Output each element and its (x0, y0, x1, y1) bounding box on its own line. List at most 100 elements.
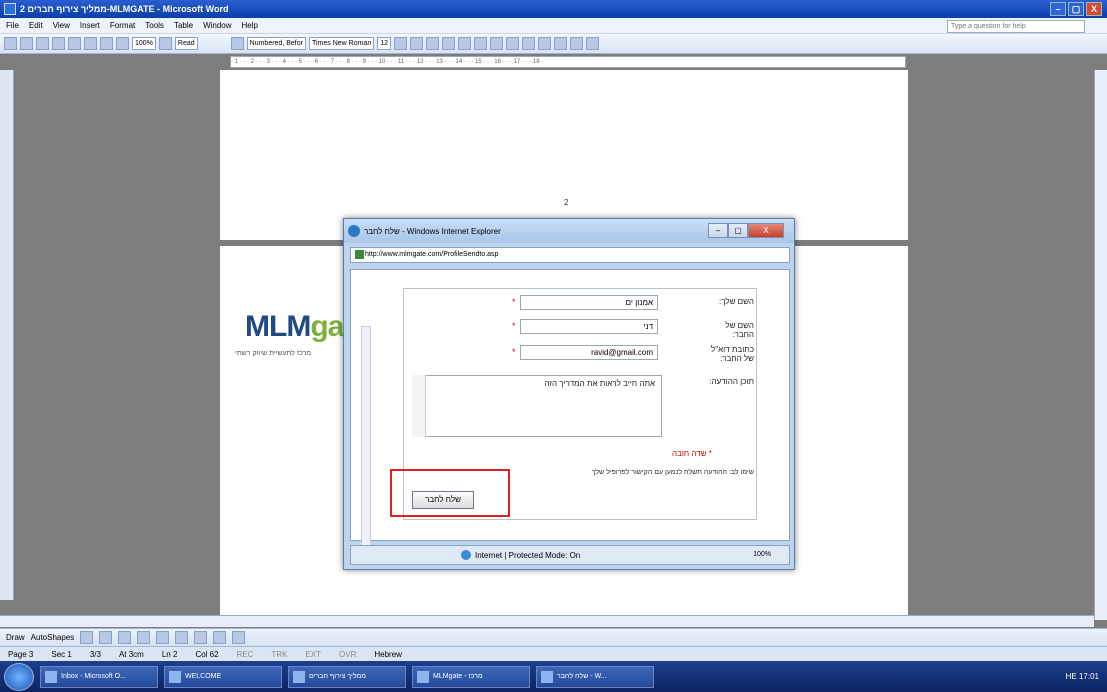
status-col: Col 62 (195, 649, 219, 659)
ie-icon (348, 225, 360, 237)
menu-format[interactable]: Format (110, 21, 135, 30)
autoshapes-menu[interactable]: AutoShapes (31, 633, 75, 642)
read-button[interactable]: Read (174, 37, 198, 50)
menu-view[interactable]: View (53, 21, 70, 30)
sender-name-label: השם שלך: (719, 297, 754, 306)
friend-name-label: השם של החבר: (725, 321, 754, 339)
friend-name-input[interactable]: דני (520, 319, 658, 334)
popup-scrollbar[interactable] (361, 326, 371, 566)
style-select[interactable]: Numbered, Befor (246, 37, 306, 50)
friend-email-input[interactable]: ravid@gmail.com (520, 345, 658, 360)
menu-help[interactable]: Help (242, 21, 258, 30)
required-note: * שדה חובה (672, 449, 712, 458)
status-ext: EXT (305, 649, 322, 659)
new-icon[interactable] (4, 37, 17, 50)
menu-table[interactable]: Table (174, 21, 193, 30)
maximize-button[interactable]: ▢ (1068, 2, 1084, 16)
paste-icon[interactable] (100, 37, 113, 50)
copy-icon[interactable] (84, 37, 97, 50)
highlight-icon[interactable] (570, 37, 584, 50)
zoom-select[interactable]: 100% (132, 37, 156, 50)
undo-icon[interactable] (116, 37, 129, 50)
document-page[interactable] (220, 70, 908, 240)
help-search-input[interactable]: Type a question for help (947, 20, 1085, 33)
status-section: Sec 1 (51, 649, 72, 659)
sender-name-input[interactable]: אמנון ים (520, 295, 658, 310)
font-size-select[interactable]: 12 (377, 37, 392, 50)
status-page: Page 3 (8, 649, 34, 659)
vertical-scrollbar[interactable] (1094, 70, 1107, 620)
popup-minimize-button[interactable]: – (708, 223, 728, 238)
align-center-icon[interactable] (458, 37, 472, 50)
border-icon[interactable] (554, 37, 568, 50)
horizontal-ruler[interactable]: · 1 · · · 2 · · · 3 · · · 4 · · · 5 · · … (230, 56, 906, 68)
oval-icon[interactable] (137, 631, 151, 644)
arrow-icon[interactable] (99, 631, 113, 644)
word-icon (4, 3, 16, 15)
task-outlook[interactable]: Inbox - Microsoft O... (40, 665, 158, 688)
start-button[interactable] (4, 662, 34, 691)
task-mlmgate[interactable]: MLMgate - מרכז (412, 665, 530, 688)
open-icon[interactable] (20, 37, 33, 50)
task-welcome[interactable]: WELCOME (164, 665, 282, 688)
menu-insert[interactable]: Insert (80, 21, 100, 30)
print-icon[interactable] (52, 37, 65, 50)
required-star: * (512, 321, 516, 331)
popup-title: שלח לחבר - Windows Internet Explorer (364, 226, 501, 236)
align-right-icon[interactable] (442, 37, 456, 50)
line-icon[interactable] (80, 631, 94, 644)
menu-window[interactable]: Window (203, 21, 231, 30)
popup-title-bar: שלח לחבר - Windows Internet Explorer – ▢… (344, 219, 794, 243)
horizontal-scrollbar[interactable] (0, 615, 1094, 627)
line-color-icon[interactable] (213, 631, 227, 644)
popup-zoom[interactable]: 100% (753, 551, 771, 558)
popup-maximize-button[interactable]: ▢ (728, 223, 748, 238)
font-select[interactable]: Times New Roman (308, 37, 375, 50)
preview-icon[interactable] (68, 37, 81, 50)
align-left-icon[interactable] (474, 37, 488, 50)
menu-file[interactable]: File (6, 21, 19, 30)
styles-icon[interactable] (230, 37, 244, 50)
help-icon[interactable] (158, 37, 172, 50)
formatting-toolbar: 100% Read Numbered, Befor Times New Roma… (0, 34, 1107, 54)
message-label: תוכן ההודעה: (709, 377, 754, 386)
menu-bar: File Edit View Insert Format Tools Table… (0, 18, 1107, 34)
status-pages: 3/3 (89, 649, 101, 659)
system-clock: HE 17:01 (1065, 672, 1099, 681)
bullets-icon[interactable] (522, 37, 536, 50)
font-color-draw-icon[interactable] (232, 631, 246, 644)
draw-menu[interactable]: Draw (6, 633, 25, 642)
menu-edit[interactable]: Edit (29, 21, 43, 30)
fill-color-icon[interactable] (194, 631, 208, 644)
minimize-button[interactable]: – (1050, 2, 1066, 16)
status-rec: REC (236, 649, 254, 659)
indent-icon[interactable] (538, 37, 552, 50)
close-button[interactable]: X (1086, 2, 1102, 16)
numbering-icon[interactable] (506, 37, 520, 50)
task-send-to-friend[interactable]: שלח לחבר - W... (536, 665, 654, 688)
globe-icon (461, 550, 471, 560)
justify-icon[interactable] (490, 37, 504, 50)
italic-icon[interactable] (410, 37, 424, 50)
rectangle-icon[interactable] (118, 631, 132, 644)
bold-icon[interactable] (394, 37, 408, 50)
drawing-toolbar: Draw AutoShapes (0, 628, 1107, 646)
menu-tools[interactable]: Tools (145, 21, 164, 30)
status-language: Hebrew (374, 649, 402, 659)
wordart-icon[interactable] (175, 631, 189, 644)
font-color-icon[interactable] (586, 37, 600, 50)
underline-icon[interactable] (426, 37, 440, 50)
message-textarea[interactable]: אתה חייב לראות את המדריך הזה (412, 375, 662, 437)
address-url: http://www.mlmgate.com/ProfileSendto.asp (365, 251, 499, 258)
vertical-ruler[interactable] (0, 70, 14, 600)
popup-close-button[interactable]: X (748, 223, 784, 238)
save-icon[interactable] (36, 37, 49, 50)
address-bar[interactable]: http://www.mlmgate.com/ProfileSendto.asp (350, 247, 790, 263)
message-scrollbar[interactable] (412, 375, 426, 437)
task-word-doc[interactable]: ממליך צירוף חברים (288, 665, 406, 688)
friend-email-label: כתובת דוא"ל של החבר: (711, 345, 754, 363)
status-trk: TRK (271, 649, 288, 659)
textbox-icon[interactable] (156, 631, 170, 644)
status-at: At 3cm (118, 649, 144, 659)
logo-subtitle: מרכז לתעשיית שיווק רשתי (235, 350, 312, 357)
